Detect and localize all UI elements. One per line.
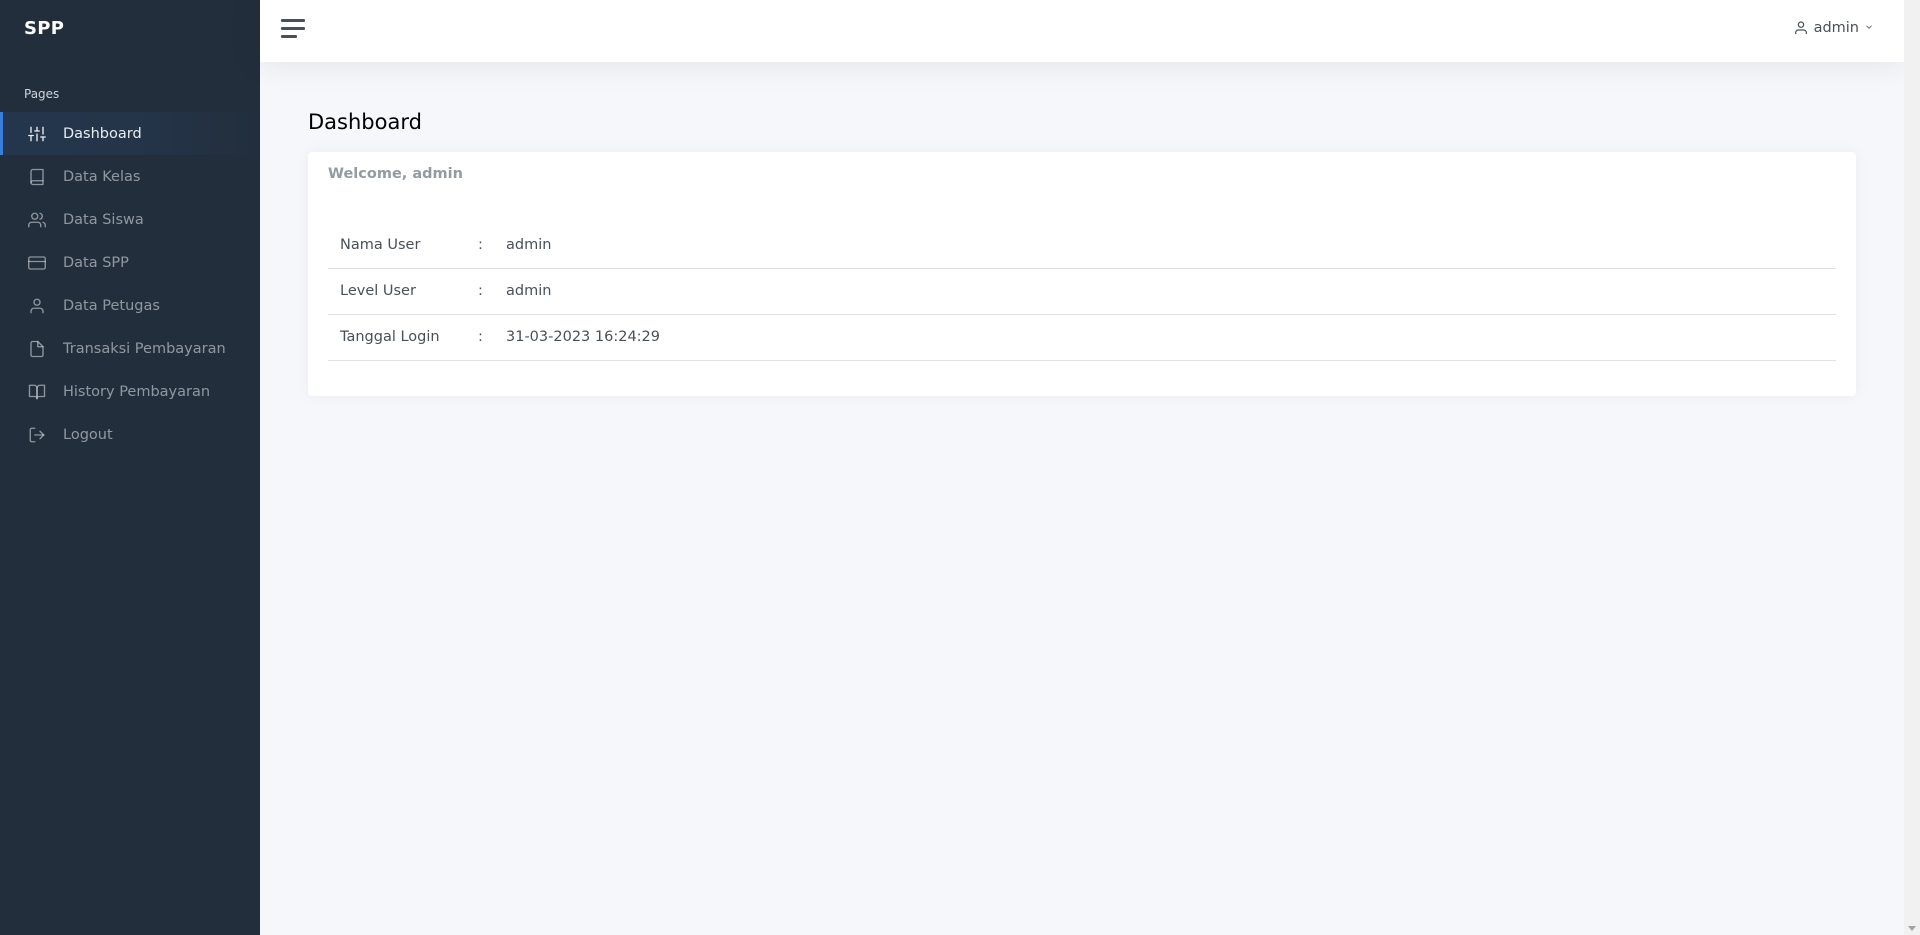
topbar: admin (260, 0, 1904, 62)
sidebar: SPP Pages Dashboard Data Kelas Data Sisw… (0, 0, 260, 935)
sidebar-item-label: Data Petugas (63, 297, 160, 314)
user-name: admin (1813, 20, 1859, 36)
row-separator: : (478, 268, 506, 315)
row-label: Tanggal Login (328, 314, 478, 361)
sidebar-item-label: Dashboard (63, 125, 142, 142)
user-dropdown[interactable]: admin (1793, 20, 1874, 36)
sidebar-item-logout[interactable]: Logout (0, 413, 260, 456)
sidebar-item-label: Data SPP (63, 254, 129, 271)
welcome-card: Welcome, admin Nama User : admin Level U… (308, 152, 1856, 396)
sidebar-item-label: Data Siswa (63, 211, 144, 228)
chevron-down-icon (1859, 20, 1874, 36)
book-icon (28, 168, 46, 186)
table-row: Tanggal Login : 31-03-2023 16:24:29 (328, 314, 1836, 361)
row-separator: : (478, 222, 506, 269)
row-label: Level User (328, 268, 478, 315)
table-row: Nama User : admin (328, 222, 1836, 269)
credit-card-icon (28, 254, 46, 272)
log-out-icon (28, 426, 46, 444)
sidebar-section-header: Pages (24, 87, 60, 101)
sidebar-item-data-petugas[interactable]: Data Petugas (0, 284, 260, 327)
sidebar-item-data-siswa[interactable]: Data Siswa (0, 198, 260, 241)
sidebar-item-transaksi-pembayaran[interactable]: Transaksi Pembayaran (0, 327, 260, 370)
row-separator: : (478, 314, 506, 361)
hamburger-menu-icon[interactable] (281, 19, 307, 41)
book-open-icon (28, 383, 46, 401)
table-row: Level User : admin (328, 268, 1836, 315)
card-title: Welcome, admin (328, 166, 463, 182)
row-value: 31-03-2023 16:24:29 (506, 314, 1836, 361)
brand-logo[interactable]: SPP (24, 18, 64, 39)
vertical-scrollbar[interactable] (1904, 0, 1920, 935)
scroll-down-arrow-icon[interactable] (1908, 926, 1916, 931)
sidebar-item-data-spp[interactable]: Data SPP (0, 241, 260, 284)
user-info-table: Nama User : admin Level User : admin Tan… (328, 222, 1836, 361)
sidebar-item-history-pembayaran[interactable]: History Pembayaran (0, 370, 260, 413)
sidebar-item-label: Logout (63, 426, 113, 443)
page-title: Dashboard (308, 110, 422, 134)
users-icon (28, 211, 46, 229)
user-icon (1793, 20, 1814, 36)
sidebar-item-dashboard[interactable]: Dashboard (0, 112, 260, 155)
row-value: admin (506, 268, 1836, 315)
sidebar-item-data-kelas[interactable]: Data Kelas (0, 155, 260, 198)
sidebar-item-label: Transaksi Pembayaran (63, 340, 226, 357)
sidebar-item-label: Data Kelas (63, 168, 141, 185)
row-label: Nama User (328, 222, 478, 269)
file-icon (28, 340, 46, 358)
sidebar-nav: Dashboard Data Kelas Data Siswa Data SPP… (0, 112, 260, 456)
row-value: admin (506, 222, 1836, 269)
user-icon (28, 297, 46, 315)
scrollbar-thumb[interactable] (1907, 2, 1917, 922)
sliders-icon (28, 125, 46, 143)
sidebar-item-label: History Pembayaran (63, 383, 211, 400)
